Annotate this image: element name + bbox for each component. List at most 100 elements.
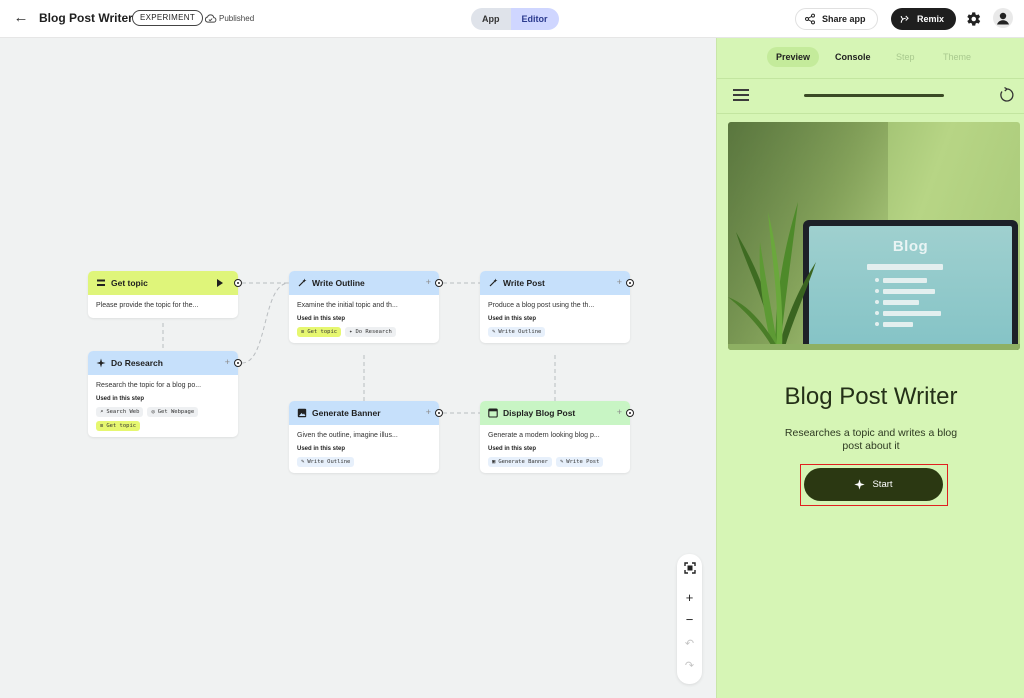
sparkle-pen-icon	[298, 278, 307, 287]
share-app-button[interactable]: Share app	[795, 8, 878, 30]
sparkle-pen-icon	[489, 278, 498, 287]
chip-do-research: ✦ Do Research	[345, 327, 396, 337]
output-port[interactable]	[626, 409, 634, 417]
redo-icon[interactable]: ↷	[677, 656, 702, 676]
zoom-controls: + − ↶ ↷	[677, 554, 702, 684]
publish-status: Published	[219, 14, 255, 23]
sparkle-pen-icon: ✎	[492, 329, 496, 335]
graph-canvas[interactable]: Get topic Please provide the topic for t…	[0, 38, 716, 698]
used-in-step-label: Used in this step	[297, 446, 346, 452]
node-title: Get topic	[111, 278, 148, 288]
chip-generate-banner: ▣ Generate Banner	[488, 457, 552, 467]
chip-get-webpage: ◎ Get Webpage	[147, 407, 199, 417]
list-icon: ≡	[301, 329, 305, 335]
used-in-step-label: Used in this step	[96, 396, 145, 402]
node-description: Research the topic for a blog po...	[96, 382, 202, 389]
tab-theme: Theme	[943, 52, 972, 62]
chip-write-outline: ✎ Write Outline	[488, 327, 546, 337]
node-description: Produce a blog post using the th...	[488, 302, 595, 309]
node-description: Please provide the topic for the...	[96, 302, 199, 309]
tab-preview[interactable]: Preview	[767, 47, 820, 67]
add-icon[interactable]: +	[617, 407, 622, 417]
used-in-step-label: Used in this step	[488, 446, 537, 452]
output-port[interactable]	[234, 279, 242, 287]
app-title: Blog Post Writer	[39, 11, 133, 25]
tab-app[interactable]: App	[471, 8, 511, 30]
play-icon[interactable]	[217, 279, 223, 287]
avatar[interactable]	[993, 8, 1013, 28]
remix-label: Remix	[917, 14, 945, 24]
hero-screen-text: Blog	[892, 238, 929, 255]
remix-button[interactable]: Remix	[891, 8, 957, 30]
output-port[interactable]	[234, 359, 242, 367]
undo-icon[interactable]: ↶	[677, 634, 702, 654]
image-icon: ▣	[492, 459, 496, 465]
gear-icon[interactable]	[964, 10, 982, 28]
share-icon	[805, 13, 815, 25]
node-title: Write Post	[503, 278, 545, 288]
node-do-research[interactable]: Do Research + Research the topic for a b…	[88, 351, 242, 437]
divider	[717, 78, 1024, 79]
tab-editor[interactable]: Editor	[510, 8, 559, 30]
node-display-blog-post[interactable]: Display Blog Post + Generate a modern lo…	[480, 401, 634, 473]
chip-write-outline: ✎ Write Outline	[297, 457, 355, 467]
output-port[interactable]	[626, 279, 634, 287]
node-title: Generate Banner	[312, 408, 381, 418]
output-port[interactable]	[435, 279, 443, 287]
preview-tabs: Preview Console Step Theme	[717, 38, 1024, 78]
sparkle-icon: ✦	[349, 329, 353, 335]
start-button[interactable]: Start	[804, 468, 943, 501]
tab-console[interactable]: Console	[826, 47, 880, 67]
chip-get-topic: ≡ Get topic	[96, 421, 141, 431]
list-icon	[97, 279, 105, 286]
chip-get-topic: ≡ Get topic	[297, 327, 342, 337]
edge-doresearch-writeoutline	[241, 282, 290, 364]
node-description: Given the outline, imagine illus...	[297, 432, 398, 439]
cloud-check-icon	[204, 14, 217, 23]
add-icon[interactable]: +	[426, 277, 431, 287]
hero-image: Blog	[728, 122, 1020, 350]
top-bar: ← Blog Post Writer EXPERIMENT Published …	[0, 0, 1024, 38]
node-title: Display Blog Post	[503, 408, 576, 418]
sparkle-icon	[854, 479, 866, 490]
tab-step: Step	[896, 52, 915, 62]
refresh-icon[interactable]	[998, 86, 1016, 104]
used-in-step-label: Used in this step	[297, 316, 346, 322]
share-label: Share app	[822, 14, 866, 24]
arrow-back-icon[interactable]: ←	[12, 9, 30, 27]
node-write-post[interactable]: Write Post + Produce a blog post using t…	[480, 271, 634, 343]
used-in-step-label: Used in this step	[488, 316, 537, 322]
preview-title: Blog Post Writer	[784, 383, 958, 410]
output-port[interactable]	[435, 409, 443, 417]
chip-write-post: ✎ Write Post	[555, 457, 604, 467]
zoom-out-icon[interactable]: −	[677, 610, 702, 630]
menu-icon[interactable]	[733, 89, 749, 101]
zoom-in-icon[interactable]: +	[677, 588, 702, 608]
node-get-topic[interactable]: Get topic Please provide the topic for t…	[88, 271, 242, 318]
plant-illustration	[728, 202, 816, 350]
start-label: Start	[872, 479, 893, 490]
sparkle-pen-icon: ✎	[559, 459, 564, 465]
add-icon[interactable]: +	[426, 407, 431, 417]
chip-search-web: ⌕ Search Web	[96, 407, 144, 417]
divider	[717, 113, 1024, 114]
laptop-illustration: Blog	[803, 220, 1018, 350]
add-icon[interactable]: +	[225, 357, 230, 367]
preview-subtitle: Researches a topic and writes a blog pos…	[784, 427, 958, 452]
fit-view-icon[interactable]	[677, 558, 702, 578]
node-description: Generate a modern looking blog p...	[488, 432, 600, 439]
remix-icon	[900, 15, 909, 23]
node-title: Do Research	[111, 358, 163, 368]
globe-icon: ◎	[151, 409, 155, 415]
node-write-outline[interactable]: Write Outline + Examine the initial topi…	[289, 271, 443, 343]
search-icon: ⌕	[100, 409, 104, 415]
list-icon: ≡	[100, 423, 104, 429]
window-icon	[488, 408, 498, 418]
progress-bar	[804, 94, 944, 97]
node-description: Examine the initial topic and th...	[297, 302, 398, 309]
image-icon	[297, 408, 307, 418]
node-generate-banner[interactable]: Generate Banner + Given the outline, ima…	[289, 401, 443, 473]
add-icon[interactable]: +	[617, 277, 622, 287]
sparkle-pen-icon: ✎	[301, 459, 305, 465]
mode-toggle: App Editor	[471, 8, 559, 30]
